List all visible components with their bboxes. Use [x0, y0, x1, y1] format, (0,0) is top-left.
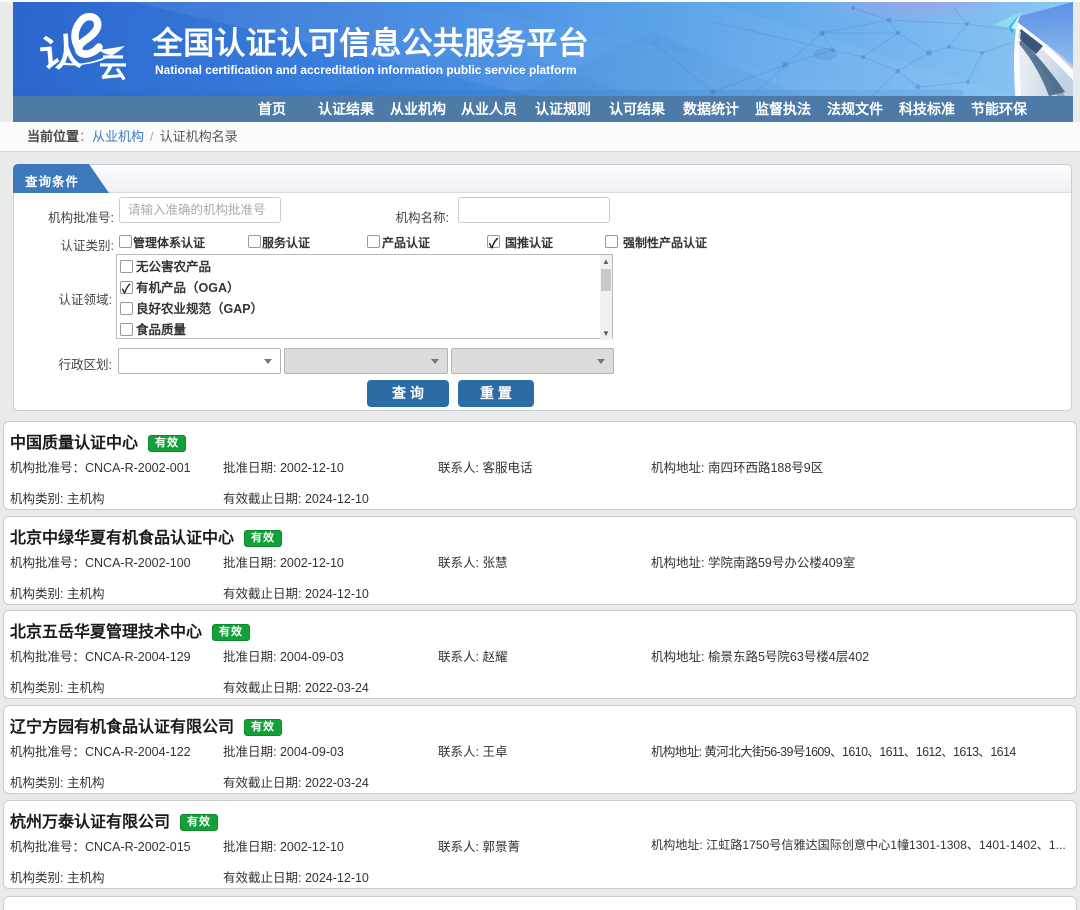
- svg-text:云: 云: [99, 52, 127, 83]
